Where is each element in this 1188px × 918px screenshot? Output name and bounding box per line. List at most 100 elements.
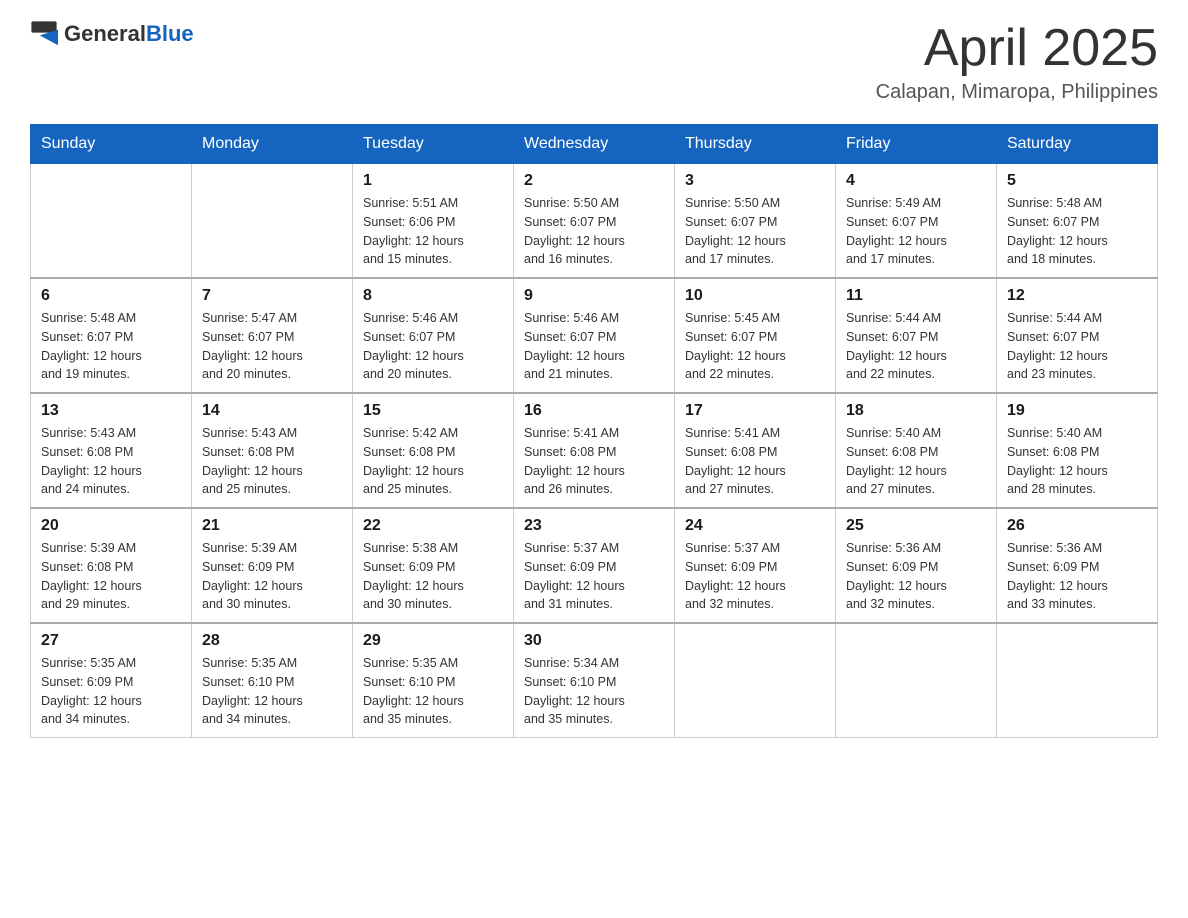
day-number: 2 — [524, 172, 664, 190]
header-sunday: Sunday — [31, 125, 192, 164]
table-row: 21Sunrise: 5:39 AMSunset: 6:09 PMDayligh… — [192, 508, 353, 623]
day-number: 12 — [1007, 287, 1147, 305]
day-number: 16 — [524, 402, 664, 420]
day-info: Sunrise: 5:50 AMSunset: 6:07 PMDaylight:… — [685, 194, 825, 269]
day-info: Sunrise: 5:50 AMSunset: 6:07 PMDaylight:… — [524, 194, 664, 269]
day-number: 1 — [363, 172, 503, 190]
day-number: 3 — [685, 172, 825, 190]
table-row: 6Sunrise: 5:48 AMSunset: 6:07 PMDaylight… — [31, 278, 192, 393]
table-row: 8 Sunrise: 5:46 AMSunset: 6:07 PMDaylight… — [353, 278, 514, 393]
table-row: 1 Sunrise: 5:51 AMSunset: 6:06 PMDaylight… — [353, 164, 514, 279]
calendar-header-row: Sunday Monday Tuesday Wednesday Thursday… — [31, 125, 1158, 164]
day-info: Sunrise: 5:39 AMSunset: 6:09 PMDaylight:… — [202, 539, 342, 614]
day-info: Sunrise: 5:38 AMSunset: 6:09 PMDaylight:… — [363, 539, 503, 614]
day-number: 14 — [202, 402, 342, 420]
table-row: 24 Sunrise: 5:37 AMSunset: 6:09 PMDayligh… — [675, 508, 836, 623]
table-row: 7 Sunrise: 5:47 AMSunset: 6:07 PMDaylight… — [192, 278, 353, 393]
table-row — [836, 623, 997, 738]
table-row: 5 Sunrise: 5:48 AMSunset: 6:07 PMDaylight… — [997, 164, 1158, 279]
table-row: 12 Sunrise: 5:44 AMSunset: 6:07 PMDayligh… — [997, 278, 1158, 393]
day-info: Sunrise: 5:35 AMSunset: 6:09 PMDaylight:… — [41, 654, 181, 729]
header-tuesday: Tuesday — [353, 125, 514, 164]
day-info: Sunrise: 5:46 AMSunset: 6:07 PMDaylight:… — [524, 309, 664, 384]
table-row: 9 Sunrise: 5:46 AMSunset: 6:07 PMDaylight… — [514, 278, 675, 393]
header-thursday: Thursday — [675, 125, 836, 164]
calendar-table: Sunday Monday Tuesday Wednesday Thursday… — [30, 124, 1158, 738]
day-info: Sunrise: 5:51 AMSunset: 6:06 PMDaylight:… — [363, 194, 503, 269]
day-info: Sunrise: 5:44 AMSunset: 6:07 PMDaylight:… — [846, 309, 986, 384]
table-row: 17Sunrise: 5:41 AMSunset: 6:08 PMDayligh… — [675, 393, 836, 508]
day-info: Sunrise: 5:47 AMSunset: 6:07 PMDaylight:… — [202, 309, 342, 384]
table-row — [31, 164, 192, 279]
month-title: April 2025 — [876, 20, 1158, 77]
header-monday: Monday — [192, 125, 353, 164]
day-number: 23 — [524, 517, 664, 535]
day-info: Sunrise: 5:45 AMSunset: 6:07 PMDaylight:… — [685, 309, 825, 384]
day-number: 19 — [1007, 402, 1147, 420]
logo-icon — [30, 20, 58, 48]
table-row: 23 Sunrise: 5:37 AMSunset: 6:09 PMDayligh… — [514, 508, 675, 623]
day-info: Sunrise: 5:40 AMSunset: 6:08 PMDaylight:… — [1007, 424, 1147, 499]
day-number: 30 — [524, 632, 664, 650]
day-info: Sunrise: 5:36 AMSunset: 6:09 PMDaylight:… — [846, 539, 986, 614]
day-number: 17 — [685, 402, 825, 420]
day-info: Sunrise: 5:36 AMSunset: 6:09 PMDaylight:… — [1007, 539, 1147, 614]
table-row: 30 Sunrise: 5:34 AMSunset: 6:10 PMDayligh… — [514, 623, 675, 738]
header-saturday: Saturday — [997, 125, 1158, 164]
table-row: 14 Sunrise: 5:43 AMSunset: 6:08 PMDayligh… — [192, 393, 353, 508]
day-info: Sunrise: 5:49 AMSunset: 6:07 PMDaylight:… — [846, 194, 986, 269]
day-number: 20 — [41, 517, 181, 535]
day-info: Sunrise: 5:39 AMSunset: 6:08 PMDaylight:… — [41, 539, 181, 614]
table-row: 2 Sunrise: 5:50 AMSunset: 6:07 PMDaylight… — [514, 164, 675, 279]
table-row: 15Sunrise: 5:42 AMSunset: 6:08 PMDayligh… — [353, 393, 514, 508]
day-info: Sunrise: 5:34 AMSunset: 6:10 PMDaylight:… — [524, 654, 664, 729]
day-info: Sunrise: 5:35 AMSunset: 6:10 PMDaylight:… — [363, 654, 503, 729]
table-row: 4 Sunrise: 5:49 AMSunset: 6:07 PMDaylight… — [836, 164, 997, 279]
day-info: Sunrise: 5:42 AMSunset: 6:08 PMDaylight:… — [363, 424, 503, 499]
day-info: Sunrise: 5:44 AMSunset: 6:07 PMDaylight:… — [1007, 309, 1147, 384]
page-header: GeneralBlue April 2025 Calapan, Mimaropa… — [30, 20, 1158, 104]
calendar-week-row: 6Sunrise: 5:48 AMSunset: 6:07 PMDaylight… — [31, 278, 1158, 393]
table-row: 10 Sunrise: 5:45 AMSunset: 6:07 PMDayligh… — [675, 278, 836, 393]
day-info: Sunrise: 5:48 AMSunset: 6:07 PMDaylight:… — [1007, 194, 1147, 269]
day-info: Sunrise: 5:48 AMSunset: 6:07 PMDaylight:… — [41, 309, 181, 384]
header-friday: Friday — [836, 125, 997, 164]
day-info: Sunrise: 5:46 AMSunset: 6:07 PMDaylight:… — [363, 309, 503, 384]
day-number: 9 — [524, 287, 664, 305]
calendar-week-row: 1 Sunrise: 5:51 AMSunset: 6:06 PMDaylight… — [31, 164, 1158, 279]
day-number: 29 — [363, 632, 503, 650]
logo-text-blue: Blue — [146, 21, 194, 46]
day-number: 13 — [41, 402, 181, 420]
title-section: April 2025 Calapan, Mimaropa, Philippine… — [876, 20, 1158, 104]
day-info: Sunrise: 5:43 AMSunset: 6:08 PMDaylight:… — [202, 424, 342, 499]
day-info: Sunrise: 5:41 AMSunset: 6:08 PMDaylight:… — [524, 424, 664, 499]
day-number: 8 — [363, 287, 503, 305]
table-row: 26Sunrise: 5:36 AMSunset: 6:09 PMDayligh… — [997, 508, 1158, 623]
day-number: 24 — [685, 517, 825, 535]
logo-text-general: General — [64, 21, 146, 46]
day-number: 7 — [202, 287, 342, 305]
calendar-week-row: 20 Sunrise: 5:39 AMSunset: 6:08 PMDayligh… — [31, 508, 1158, 623]
table-row: 20 Sunrise: 5:39 AMSunset: 6:08 PMDayligh… — [31, 508, 192, 623]
day-number: 5 — [1007, 172, 1147, 190]
location-title: Calapan, Mimaropa, Philippines — [876, 81, 1158, 104]
table-row: 16 Sunrise: 5:41 AMSunset: 6:08 PMDayligh… — [514, 393, 675, 508]
table-row: 13Sunrise: 5:43 AMSunset: 6:08 PMDayligh… — [31, 393, 192, 508]
day-number: 10 — [685, 287, 825, 305]
header-wednesday: Wednesday — [514, 125, 675, 164]
table-row: 3 Sunrise: 5:50 AMSunset: 6:07 PMDaylight… — [675, 164, 836, 279]
day-info: Sunrise: 5:37 AMSunset: 6:09 PMDaylight:… — [524, 539, 664, 614]
table-row: 19 Sunrise: 5:40 AMSunset: 6:08 PMDayligh… — [997, 393, 1158, 508]
table-row: 11 Sunrise: 5:44 AMSunset: 6:07 PMDayligh… — [836, 278, 997, 393]
table-row: 27Sunrise: 5:35 AMSunset: 6:09 PMDayligh… — [31, 623, 192, 738]
day-info: Sunrise: 5:40 AMSunset: 6:08 PMDaylight:… — [846, 424, 986, 499]
table-row: 29 Sunrise: 5:35 AMSunset: 6:10 PMDayligh… — [353, 623, 514, 738]
table-row: 28Sunrise: 5:35 AMSunset: 6:10 PMDayligh… — [192, 623, 353, 738]
day-number: 4 — [846, 172, 986, 190]
day-info: Sunrise: 5:37 AMSunset: 6:09 PMDaylight:… — [685, 539, 825, 614]
logo: GeneralBlue — [30, 20, 194, 48]
calendar-week-row: 27Sunrise: 5:35 AMSunset: 6:09 PMDayligh… — [31, 623, 1158, 738]
table-row — [192, 164, 353, 279]
day-number: 28 — [202, 632, 342, 650]
day-number: 11 — [846, 287, 986, 305]
